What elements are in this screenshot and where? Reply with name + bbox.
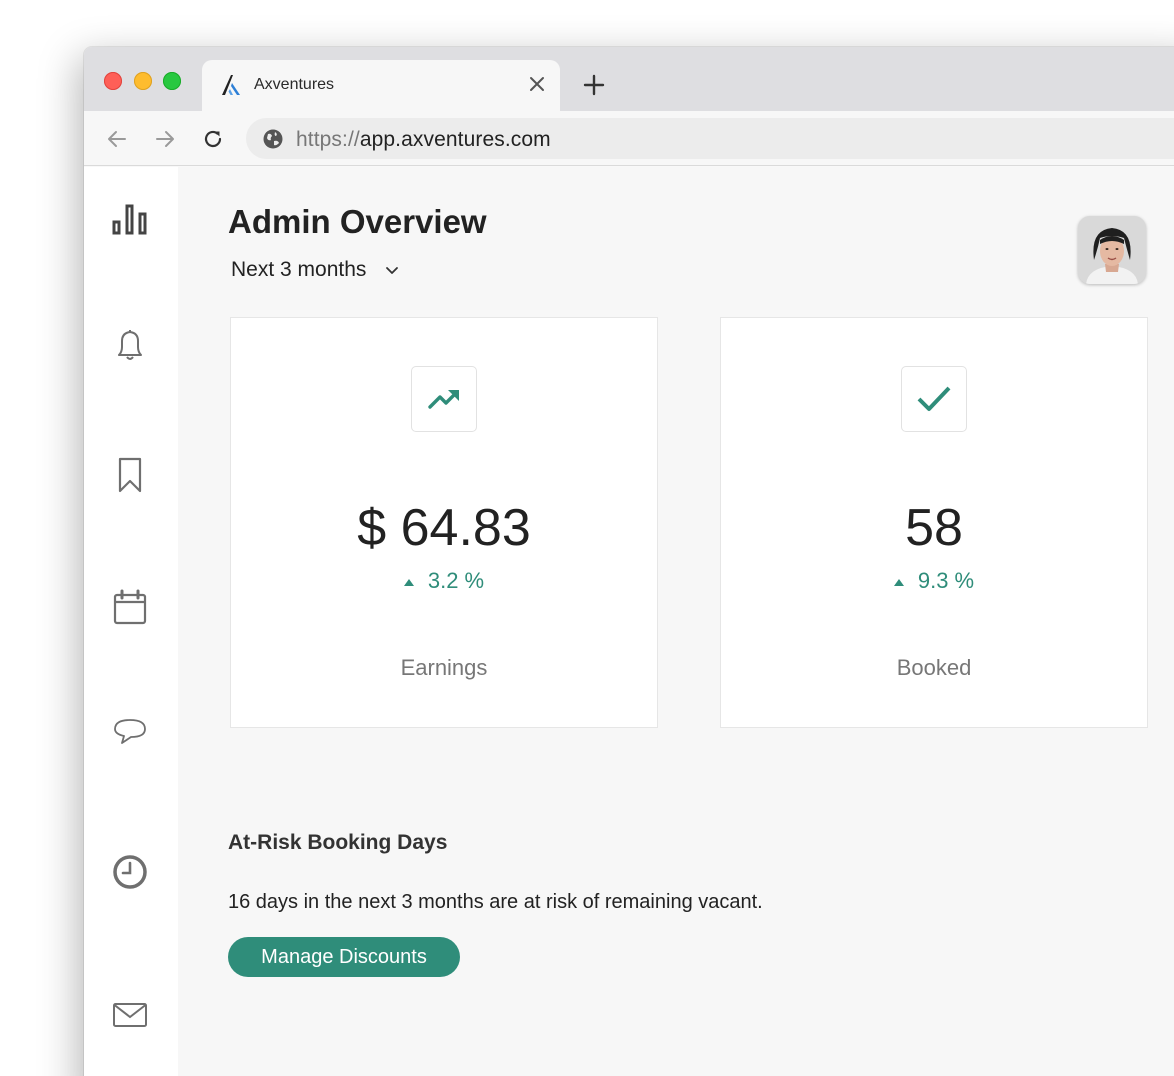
earnings-delta-value: 3.2 % — [427, 568, 485, 593]
url-host: app.axventures.com — [359, 128, 551, 151]
at-risk-description: 16 days in the next 3 months are at risk… — [228, 891, 763, 913]
triangle-up-icon — [893, 579, 904, 586]
sidebar-item-messages[interactable] — [110, 711, 150, 751]
minimize-window-button[interactable] — [134, 72, 152, 90]
earnings-label: Earnings — [400, 655, 488, 680]
booked-value: 58 — [905, 499, 963, 557]
back-arrow-icon[interactable] — [105, 127, 129, 151]
sidebar-item-dashboard[interactable] — [110, 200, 150, 240]
checkmark-icon — [917, 386, 951, 411]
earnings-icon-box — [411, 366, 477, 432]
page-title: Admin Overview — [228, 203, 487, 240]
close-window-button[interactable] — [104, 72, 122, 90]
period-label: Next 3 months — [231, 258, 367, 281]
tab-strip: Axventures — [84, 47, 1174, 111]
earnings-card: $ 64.83 3.2 % Earnings — [230, 317, 658, 728]
calendar-icon — [113, 589, 147, 625]
booked-delta-value: 9.3 % — [917, 568, 975, 593]
clock-icon — [113, 855, 147, 889]
bar-chart-icon — [112, 204, 147, 235]
sidebar-item-history[interactable] — [110, 852, 150, 892]
sidebar-item-calendar[interactable] — [110, 587, 150, 627]
maximize-window-button[interactable] — [163, 72, 181, 90]
tab-title: Axventures — [254, 76, 335, 93]
globe-icon — [263, 129, 283, 149]
url-text: https://app.axventures.com — [296, 128, 551, 152]
browser-toolbar: https://app.axventures.com — [84, 111, 1174, 166]
browser-tab[interactable]: Axventures — [202, 60, 560, 111]
bell-icon — [118, 330, 142, 360]
chevron-down-icon — [386, 267, 399, 274]
triangle-up-icon — [403, 579, 414, 586]
reload-icon[interactable] — [201, 127, 225, 151]
booked-card: 58 9.3 % Booked — [720, 317, 1148, 728]
sidebar-item-mail[interactable] — [110, 995, 150, 1035]
period-dropdown[interactable]: Next 3 months — [231, 258, 400, 282]
new-tab-icon[interactable] — [582, 73, 606, 97]
earnings-value: $ 64.83 — [357, 499, 531, 557]
avatar[interactable] — [1078, 216, 1146, 284]
axventures-logo-icon — [222, 75, 240, 95]
forward-arrow-icon[interactable] — [153, 127, 177, 151]
address-bar[interactable]: https://app.axventures.com — [246, 118, 1174, 159]
sidebar-item-bookmarks[interactable] — [110, 455, 150, 495]
sidebar-item-notifications[interactable] — [110, 325, 150, 365]
booked-label: Booked — [896, 655, 972, 680]
sidebar — [84, 167, 178, 1076]
tab-close-icon[interactable] — [525, 72, 549, 96]
booked-delta: 9.3 % — [721, 568, 1147, 594]
trending-up-icon — [428, 390, 459, 409]
main-content: Admin Overview Next 3 months $ 64.83 3.2… — [178, 167, 1174, 1076]
url-scheme: https:// — [296, 128, 360, 151]
bookmark-icon — [118, 457, 142, 493]
earnings-delta: 3.2 % — [231, 568, 657, 594]
browser-window: Axventures https://app.axventures.com Ad… — [84, 47, 1174, 1076]
manage-discounts-button[interactable]: Manage Discounts — [228, 937, 460, 977]
booked-icon-box — [901, 366, 967, 432]
chat-bubble-icon — [114, 719, 146, 744]
user-avatar-icon — [1078, 216, 1146, 284]
at-risk-heading: At-Risk Booking Days — [228, 831, 448, 854]
mail-icon — [113, 1003, 147, 1027]
